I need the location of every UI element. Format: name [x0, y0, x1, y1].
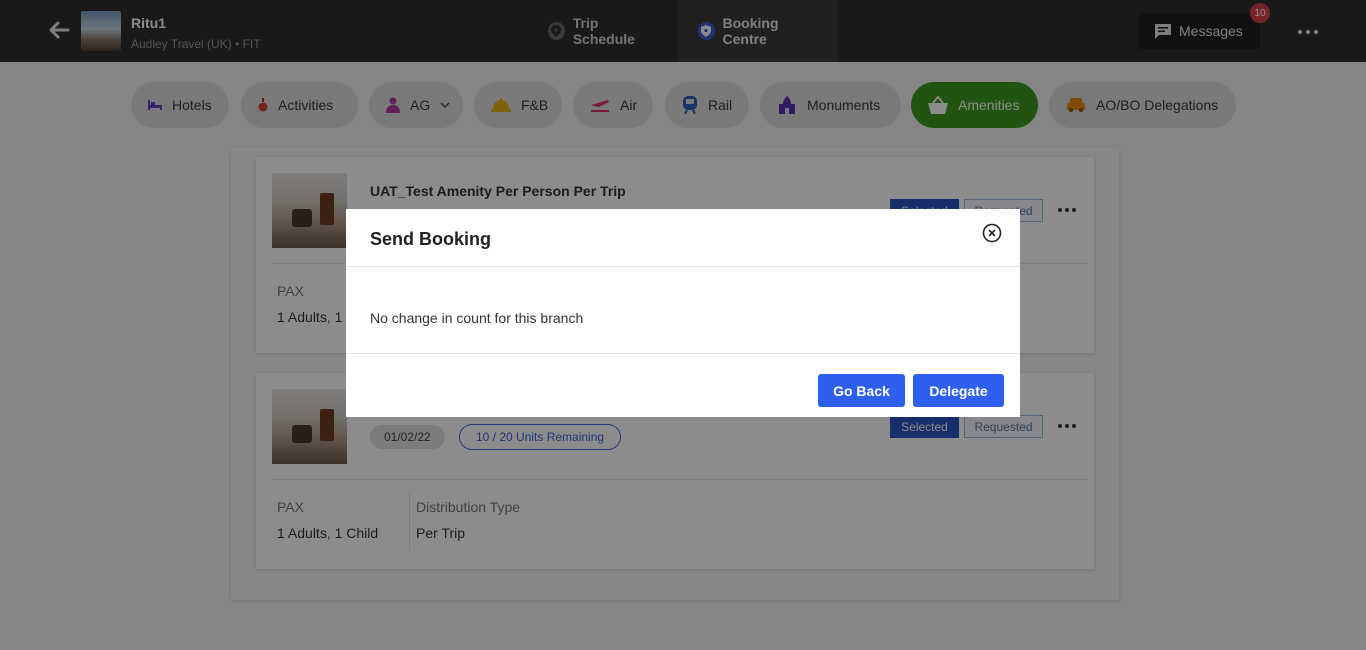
modal-divider: [346, 353, 1020, 354]
delegate-button[interactable]: Delegate: [913, 374, 1004, 407]
modal-divider: [346, 266, 1020, 267]
go-back-button[interactable]: Go Back: [818, 374, 905, 407]
close-icon[interactable]: [982, 223, 1002, 243]
modal-message: No change in count for this branch: [370, 310, 584, 326]
modal-title: Send Booking: [370, 229, 491, 249]
send-booking-modal: Send Booking No change in count for this…: [346, 209, 1020, 417]
